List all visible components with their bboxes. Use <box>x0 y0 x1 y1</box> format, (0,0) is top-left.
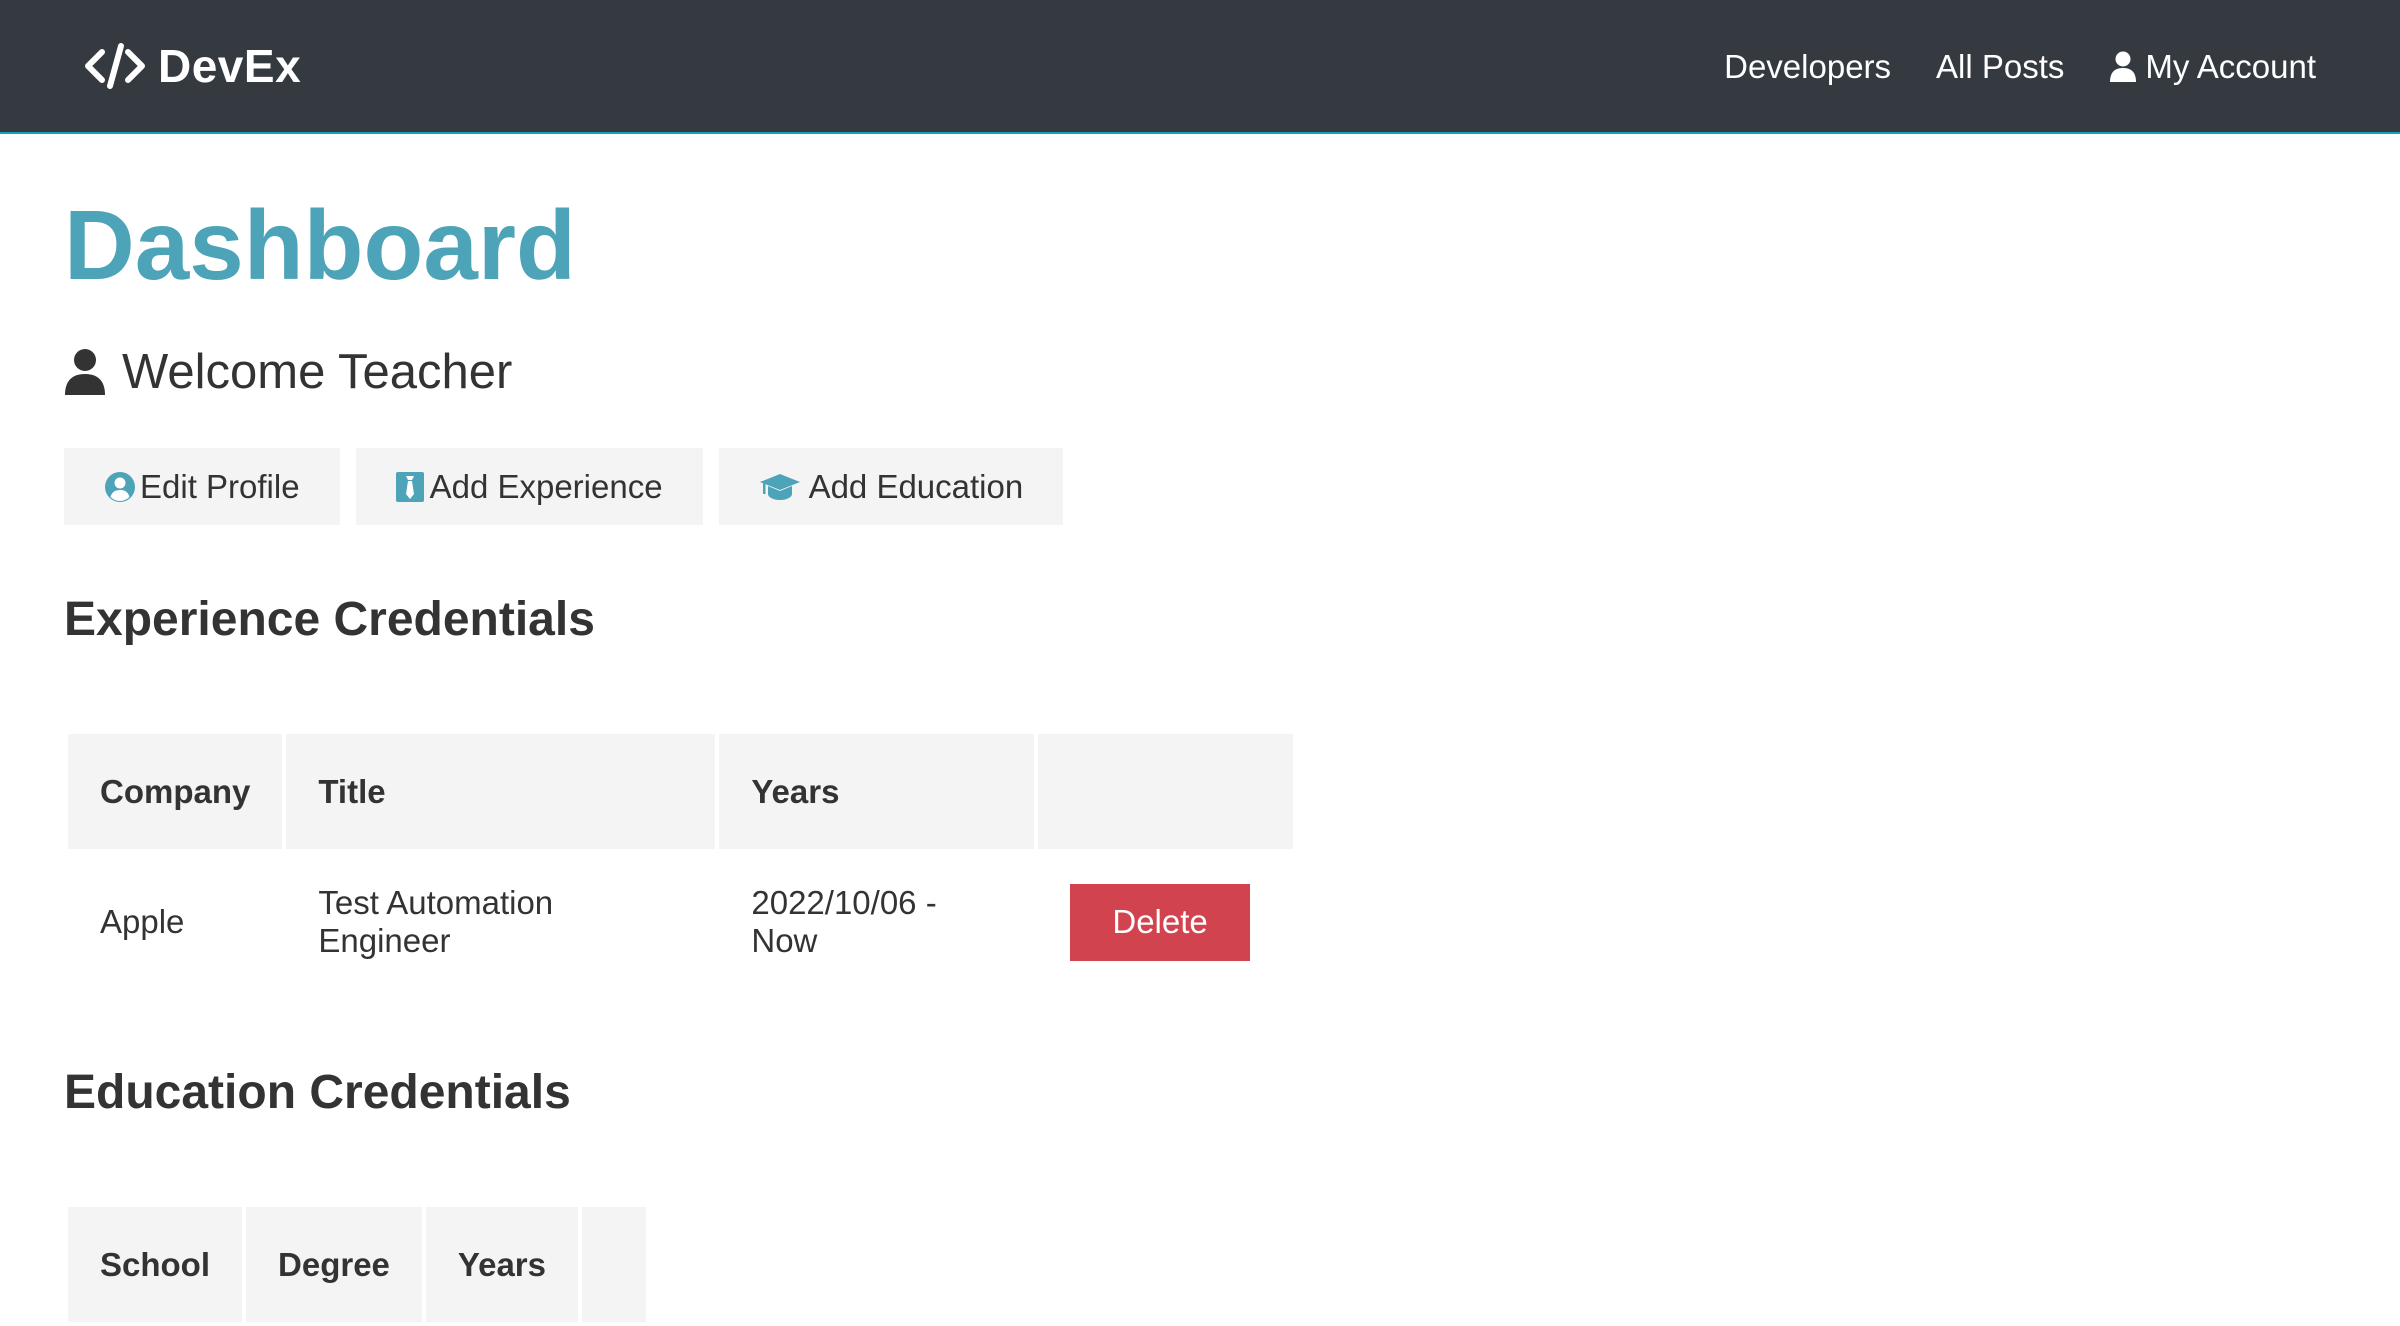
experience-company: Apple <box>100 903 185 940</box>
edit-profile-button[interactable]: Edit Profile <box>64 448 340 525</box>
column-header-actions <box>582 1207 646 1322</box>
brand-name: DevEx <box>158 40 302 92</box>
column-header-years: Years <box>425 1207 578 1322</box>
welcome-line: Welcome Teacher <box>64 344 512 400</box>
graduation-cap-icon <box>759 472 801 502</box>
user-circle-icon <box>104 471 136 503</box>
user-tie-icon <box>395 471 424 502</box>
user-icon <box>64 348 106 396</box>
welcome-text: Welcome Teacher <box>122 345 513 399</box>
experience-table: Company Title Years Apple Test Automatio… <box>64 730 1297 995</box>
top-navbar: DevEx Developers All Posts My Account <box>0 0 2400 134</box>
user-icon <box>2109 51 2137 83</box>
experience-action-cell: Delete <box>1038 853 1293 991</box>
edit-profile-label: Edit Profile <box>140 467 300 505</box>
nav-link-developers[interactable]: Developers <box>1724 48 1891 86</box>
column-header-company: Company <box>68 734 283 849</box>
education-heading: Education Credentials <box>64 1066 571 1119</box>
nav-link-my-account[interactable]: My Account <box>2109 48 2316 86</box>
table-header-row: Company Title Years <box>68 734 1294 849</box>
brand-link[interactable]: DevEx <box>84 36 301 96</box>
column-header-school: School <box>68 1207 243 1322</box>
experience-title: Test Automation Engineer <box>318 884 554 959</box>
experience-heading: Experience Credentials <box>64 593 595 646</box>
delete-experience-button[interactable]: Delete <box>1070 883 1250 961</box>
add-education-label: Add Education <box>808 467 1024 505</box>
column-header-actions <box>1038 734 1294 849</box>
page-title: Dashboard <box>64 190 576 300</box>
column-header-years: Years <box>719 734 1035 849</box>
add-experience-button[interactable]: Add Experience <box>355 448 703 525</box>
nav-link-all-posts[interactable]: All Posts <box>1936 48 2064 86</box>
add-education-button[interactable]: Add Education <box>718 448 1064 525</box>
nav-links: Developers All Posts My Account <box>1679 36 2316 98</box>
dashboard-actions: Edit Profile Add Experience Add Educatio… <box>64 448 1079 525</box>
experience-years: 2022/10/06 - Now <box>751 884 937 959</box>
education-table: School Degree Years <box>64 1203 650 1326</box>
my-account-label: My Account <box>2145 48 2316 85</box>
add-experience-label: Add Experience <box>429 467 663 505</box>
code-icon <box>84 42 146 90</box>
table-row: Apple Test Automation Engineer 2022/10/0… <box>68 853 1293 991</box>
column-header-title: Title <box>286 734 716 849</box>
column-header-degree: Degree <box>246 1207 422 1322</box>
table-header-row: School Degree Years <box>68 1207 646 1322</box>
